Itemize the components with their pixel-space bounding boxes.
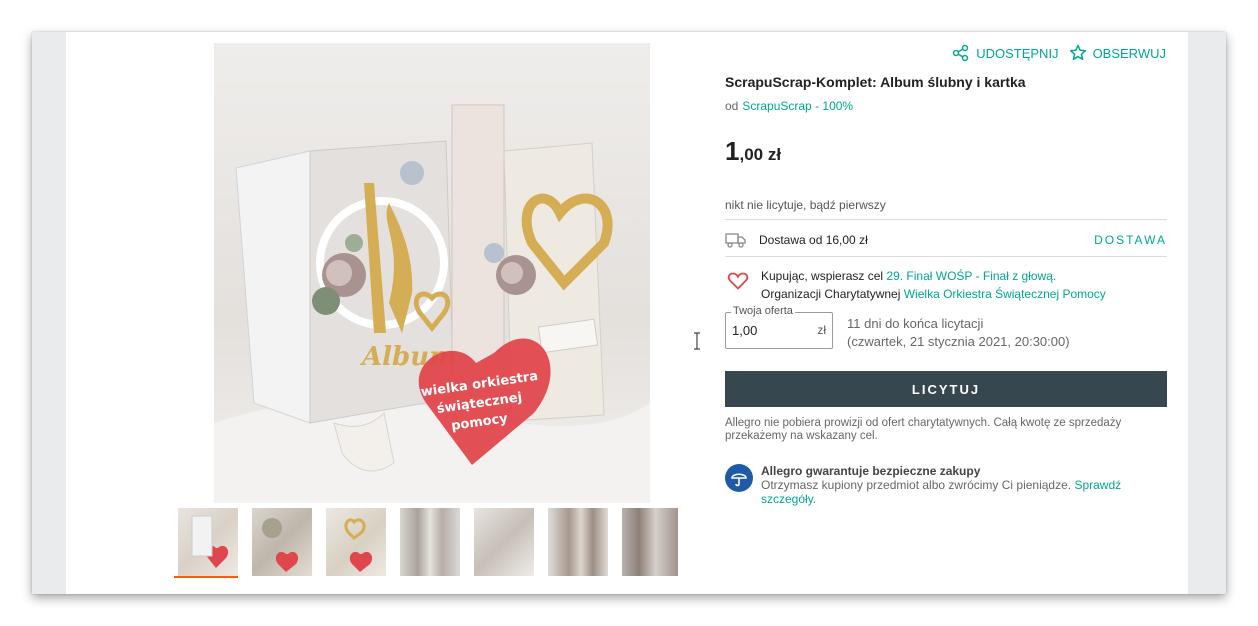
offer-currency: zł xyxy=(817,323,826,337)
bid-button[interactable]: LICYTUJ xyxy=(725,371,1167,407)
thumbnail-7[interactable] xyxy=(618,508,682,578)
umbrella-shield-icon xyxy=(725,464,753,492)
product-photo-illustration: Album wielka orkiestra świątecznej pomoc… xyxy=(214,43,650,503)
main-product-photo[interactable]: Album wielka orkiestra świątecznej pomoc… xyxy=(214,43,650,503)
thumb-heart-icon xyxy=(262,518,299,572)
thumbnail-3[interactable] xyxy=(322,508,386,578)
thumbnail-6[interactable] xyxy=(544,508,608,578)
offer-field: Twoja oferta zł xyxy=(725,305,833,349)
star-icon xyxy=(1069,44,1086,61)
ending-date: (czwartek, 21 stycznia 2021, 20:30:00) xyxy=(847,334,1070,349)
browser-window: Album wielka orkiestra świątecznej pomoc… xyxy=(32,32,1226,594)
delivery-link[interactable]: DOSTAWA xyxy=(1094,233,1167,247)
guarantee-info: Allegro gwarantuje bezpieczne zakupy Otr… xyxy=(725,464,1145,506)
charity-line1-prefix: Kupując, wspierasz cel xyxy=(761,269,887,283)
share-label: UDOSTĘPNIJ xyxy=(976,45,1059,61)
divider xyxy=(725,256,1167,257)
guarantee-title: Allegro gwarantuje bezpieczne zakupy xyxy=(761,464,981,478)
watch-label: OBSERWUJ xyxy=(1092,45,1166,61)
product-actions: UDOSTĘPNIJ OBSERWUJ xyxy=(952,44,1166,62)
offer-input[interactable] xyxy=(732,323,802,338)
truck-icon xyxy=(725,233,746,248)
text-cursor-icon xyxy=(694,332,700,350)
charity-organization-link[interactable]: Wielka Orkiestra Świątecznej Pomocy xyxy=(904,287,1106,301)
share-button[interactable]: UDOSTĘPNIJ xyxy=(952,44,1059,62)
charity-info: Kupując, wspierasz cel 29. Finał WOŚP - … xyxy=(725,267,1106,303)
guarantee-suffix: . xyxy=(812,492,817,506)
charity-line2-prefix: Organizacji Charytatywnej xyxy=(761,287,904,301)
ending-remaining: 11 dni do końca licytacji xyxy=(847,316,984,331)
thumbnail-image xyxy=(252,508,312,576)
delivery-row: Dostawa od 16,00 zł DOSTAWA xyxy=(725,229,1167,251)
charity-goal-link[interactable]: 29. Finał WOŚP - Finał z głową. xyxy=(886,269,1056,283)
guarantee-body: Otrzymasz kupiony przedmiot albo zwrócim… xyxy=(761,478,1075,492)
product-title: ScrapuScrap-Komplet: Album ślubny i kart… xyxy=(725,74,1026,90)
seller-prefix: od xyxy=(725,99,739,113)
divider xyxy=(725,219,1167,220)
heart-icon xyxy=(727,272,749,290)
product-card: Album wielka orkiestra świątecznej pomoc… xyxy=(66,32,1188,594)
thumb-heart-icon xyxy=(344,518,373,572)
seller-info: od ScrapuScrap - 100% xyxy=(725,99,853,113)
fee-note: Allegro nie pobiera prowizji od ofert ch… xyxy=(725,417,1122,442)
guarantee-text: Otrzymasz kupiony przedmiot albo zwrócim… xyxy=(761,478,1145,506)
thumbnail-2[interactable] xyxy=(248,508,312,578)
watch-button[interactable]: OBSERWUJ xyxy=(1069,44,1166,62)
price-rest: ,00 zł xyxy=(739,145,782,164)
thumbnail-image xyxy=(474,508,534,576)
thumbnail-image xyxy=(622,508,678,576)
thumbnail-5[interactable] xyxy=(470,508,534,578)
seller-link[interactable]: ScrapuScrap - 100% xyxy=(742,99,853,113)
thumbnail-image xyxy=(400,508,460,576)
delivery-label: Dostawa od 16,00 zł xyxy=(759,233,868,247)
price-main: 1 xyxy=(725,136,740,166)
charity-text: Kupując, wspierasz cel 29. Finał WOŚP - … xyxy=(761,267,1106,303)
auction-ending: 11 dni do końca licytacji (czwartek, 21 … xyxy=(847,315,1070,351)
bid-status: nikt nie licytuje, bądź pierwszy xyxy=(725,198,886,212)
thumb-heart-icon xyxy=(191,515,229,568)
offer-label: Twoja oferta xyxy=(731,305,795,317)
share-icon xyxy=(952,44,969,62)
price: 1,00 zł xyxy=(725,136,781,167)
thumbnail-1[interactable] xyxy=(174,508,238,578)
thumbnail-image xyxy=(326,508,386,576)
thumbnail-image xyxy=(548,508,608,576)
thumbnail-image xyxy=(178,508,238,576)
thumbnail-4[interactable] xyxy=(396,508,460,578)
